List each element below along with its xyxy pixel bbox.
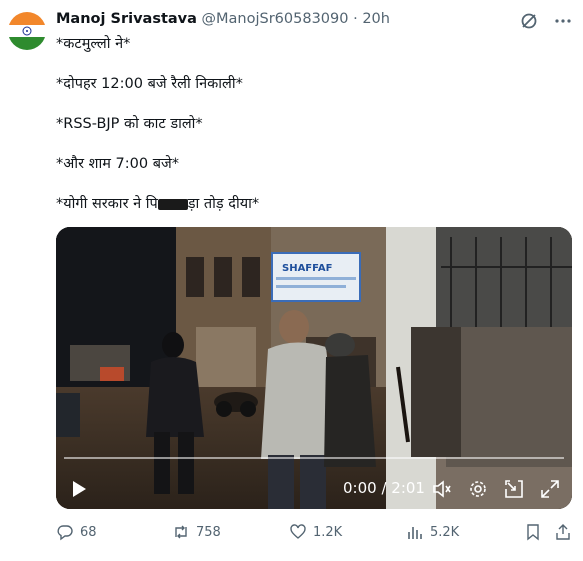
fullscreen-icon[interactable]: [540, 479, 560, 499]
share-button[interactable]: [554, 523, 572, 541]
avatar[interactable]: [8, 12, 46, 50]
tweet-line-last: *योगी सरकार ने पि ड़ा तोड़ दीया*: [56, 194, 566, 214]
like-icon: [290, 524, 306, 539]
view-count: 5.2K: [430, 524, 460, 540]
settings-icon[interactable]: [468, 479, 488, 499]
flag-avatar-image: [8, 12, 46, 50]
share-icon: [556, 524, 570, 540]
grok-icon[interactable]: [519, 11, 539, 31]
separator: ·: [353, 11, 358, 27]
tweet-line-end: ड़ा तोड़ दीया*: [187, 196, 260, 212]
video-time: 0:00 / 2:01: [343, 479, 425, 497]
tweet-line: *RSS-BJP को काट डालो*: [56, 116, 203, 132]
author-name[interactable]: Manoj Srivastava: [56, 11, 197, 27]
video-progress-bar[interactable]: [64, 457, 564, 459]
views-button[interactable]: 5.2K: [406, 523, 459, 541]
bookmark-icon: [527, 524, 539, 541]
timestamp[interactable]: 20h: [362, 11, 390, 27]
video-frame: SHAFFAF: [56, 227, 572, 509]
tweet-text: *कटमुल्लो ने* *दोपहर 12:00 बजे रैली निका…: [56, 34, 566, 234]
tweet-line: *कटमुल्लो ने*: [56, 36, 131, 52]
tweet-actions: 68 758 1.2K 5.2K: [56, 523, 572, 545]
repost-count: 758: [196, 524, 221, 540]
like-count: 1.2K: [313, 524, 343, 540]
like-button[interactable]: 1.2K: [289, 523, 342, 541]
tweet-line-start: *योगी सरकार ने पि: [56, 196, 158, 212]
repost-icon: [175, 525, 187, 539]
repost-button[interactable]: 758: [172, 523, 221, 541]
pip-icon[interactable]: [504, 479, 524, 499]
video-player[interactable]: SHAFFAF 0:00 / 2:01: [56, 227, 572, 509]
shop-sign-text: SHAFFAF: [282, 263, 332, 274]
bookmark-button[interactable]: [524, 523, 542, 541]
tweet-header: Manoj Srivastava @ManojSr60583090 · 20h: [56, 11, 526, 31]
views-icon: [408, 527, 422, 539]
play-icon[interactable]: [70, 480, 88, 502]
tweet-line: *दोपहर 12:00 बजे रैली निकाली*: [56, 76, 243, 92]
tweet-line: *और शाम 7:00 बजे*: [56, 156, 179, 172]
header-actions: [519, 11, 573, 31]
volume-icon[interactable]: [432, 479, 452, 499]
tweet[interactable]: Manoj Srivastava @ManojSr60583090 · 20h …: [0, 0, 583, 561]
more-icon[interactable]: [553, 11, 573, 31]
reply-icon: [57, 525, 73, 541]
reply-button[interactable]: 68: [56, 523, 97, 541]
reply-count: 68: [80, 524, 97, 540]
redaction-mark: [157, 198, 188, 210]
author-handle[interactable]: @ManojSr60583090: [202, 11, 349, 27]
